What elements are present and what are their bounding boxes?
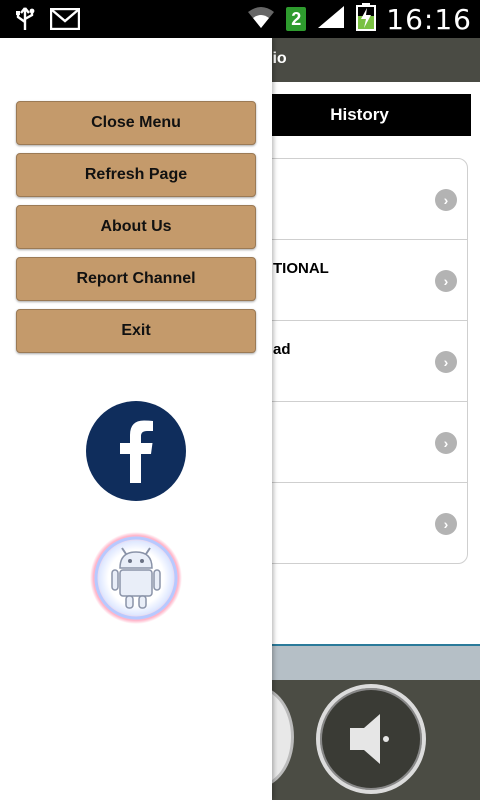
report-channel-button[interactable]: Report Channel: [16, 257, 256, 301]
chevron-right-icon: ›: [435, 351, 457, 373]
wifi-icon: [246, 4, 276, 35]
email-icon: [49, 7, 81, 35]
refresh-page-button[interactable]: Refresh Page: [16, 153, 256, 197]
chevron-right-icon: ›: [435, 432, 457, 454]
signal-icon: [316, 4, 346, 35]
list-item-label: ad: [273, 341, 291, 358]
status-bar: 2 16:16: [0, 0, 480, 38]
battery-charging-icon: [356, 2, 377, 36]
sim-slot-badge: 2: [286, 7, 307, 31]
clock: 16:16: [386, 2, 472, 36]
list-item-label: TIONAL: [273, 260, 329, 277]
speaker-icon: [350, 714, 389, 764]
chevron-right-icon: ›: [435, 189, 457, 211]
android-icon[interactable]: [88, 530, 184, 626]
side-drawer: Close Menu Refresh Page About Us Report …: [0, 38, 272, 800]
tab-history[interactable]: History: [248, 94, 471, 136]
chevron-right-icon: ›: [435, 513, 457, 535]
volume-button[interactable]: [316, 684, 426, 794]
close-menu-button[interactable]: Close Menu: [16, 101, 256, 145]
usb-icon: [14, 6, 36, 37]
about-us-button[interactable]: About Us: [16, 205, 256, 249]
exit-button[interactable]: Exit: [16, 309, 256, 353]
facebook-icon[interactable]: [86, 401, 186, 501]
chevron-right-icon: ›: [435, 270, 457, 292]
